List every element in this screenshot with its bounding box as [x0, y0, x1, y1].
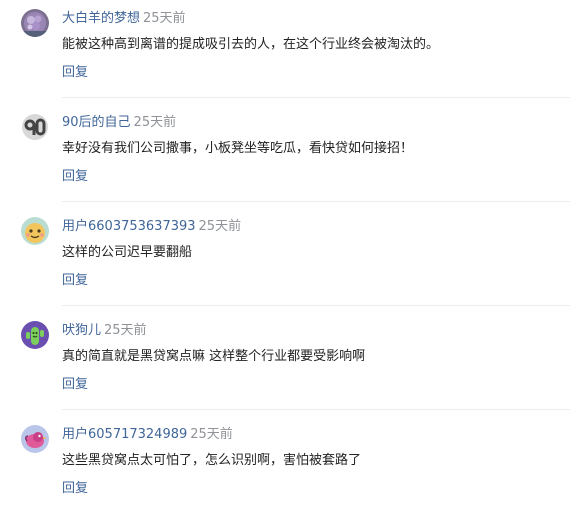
comment-time: 25天前: [104, 323, 147, 338]
reply-button[interactable]: 回复: [62, 376, 88, 393]
comment-item: 90后的自己 25天前 幸好没有我们公司撒事，小板凳坐等吃瓜，看快贷如何接招！ 回…: [0, 104, 570, 208]
comment-text: 真的简直就是黑贷窝点嘛 这样整个行业都要受影响啊: [62, 349, 366, 364]
comment-text: 这样的公司迟早要翻船: [62, 245, 193, 260]
cactus-avatar-icon[interactable]: [21, 321, 49, 349]
comment-item: 用户6603753637393 25天前 这样的公司迟早要翻船 回复: [0, 208, 570, 312]
comment-item: 用户605717324989 25天前 这些黑贷窝点太可怕了，怎么识别啊，害怕被套…: [0, 416, 570, 520]
bird-avatar-icon[interactable]: [21, 425, 49, 453]
username-link[interactable]: 吠狗儿: [62, 323, 101, 338]
divider: [62, 201, 570, 202]
username-link[interactable]: 90后的自己: [62, 115, 131, 130]
comment-text: 能被这种高到离谱的提成吸引去的人，在这个行业终会被淘汰的。: [62, 37, 440, 52]
username-link[interactable]: 大白羊的梦想: [62, 11, 140, 26]
reply-button[interactable]: 回复: [62, 64, 88, 81]
reply-button[interactable]: 回复: [62, 480, 88, 497]
username-link[interactable]: 用户6603753637393: [62, 219, 196, 234]
green-face-avatar-icon[interactable]: [21, 217, 49, 245]
comment-item: 大白羊的梦想 25天前 能被这种高到离谱的提成吸引去的人，在这个行业终会被淘汰的。…: [0, 0, 570, 104]
comment-time: 25天前: [198, 219, 242, 234]
comment-time: 25天前: [143, 11, 186, 26]
divider: [62, 305, 570, 306]
reply-button[interactable]: 回复: [62, 168, 88, 185]
comment-text: 幸好没有我们公司撒事，小板凳坐等吃瓜，看快贷如何接招！: [62, 141, 414, 156]
divider: [62, 409, 570, 410]
comment-meta: 90后的自己 25天前: [62, 114, 176, 131]
comment-meta: 用户6603753637393 25天前: [62, 218, 241, 235]
comment-meta: 用户605717324989 25天前: [62, 426, 233, 443]
comment-time: 25天前: [133, 115, 177, 130]
username-link[interactable]: 用户605717324989: [62, 427, 187, 442]
purple-flower-avatar-icon[interactable]: [21, 9, 49, 37]
comment-meta: 吠狗儿 25天前: [62, 322, 147, 339]
comment-meta: 大白羊的梦想 25天前: [62, 10, 186, 27]
comment-time: 25天前: [190, 427, 233, 442]
reply-button[interactable]: 回复: [62, 272, 88, 289]
comment-item: 吠狗儿 25天前 真的简直就是黑贷窝点嘛 这样整个行业都要受影响啊 回复: [0, 312, 570, 416]
divider: [62, 97, 570, 98]
comment-text: 这些黑贷窝点太可怕了，怎么识别啊，害怕被套路了: [62, 453, 362, 468]
grey-90-avatar-icon[interactable]: [21, 113, 49, 141]
